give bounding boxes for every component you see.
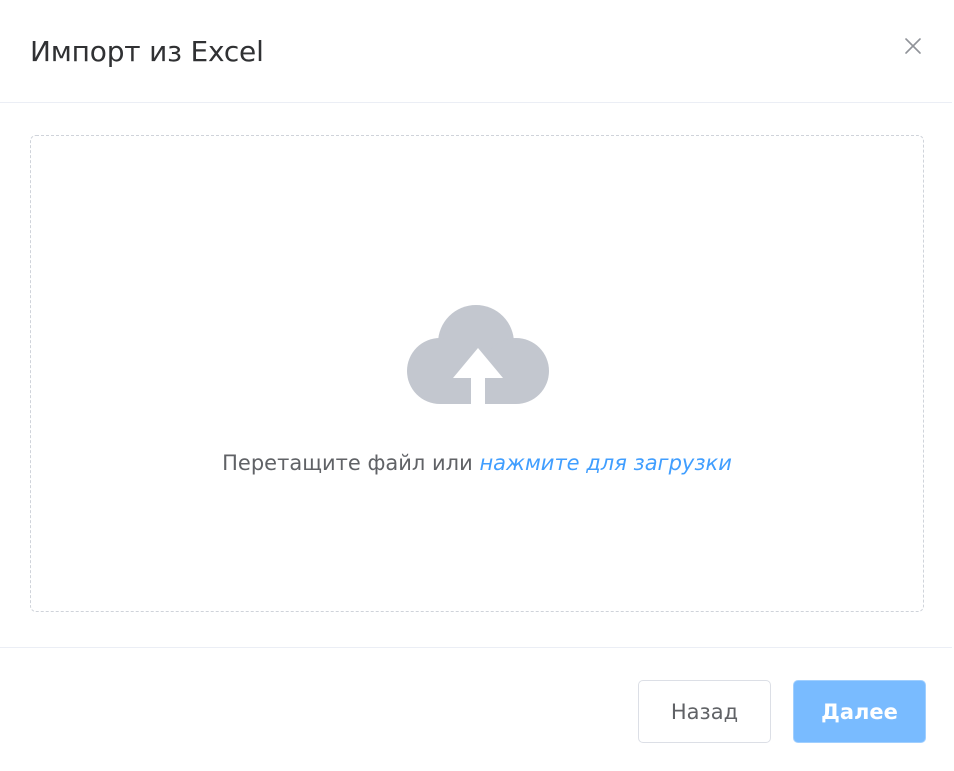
dropzone-text: Перетащите файл или нажмите для загрузки	[31, 449, 923, 477]
next-button[interactable]: Далее	[793, 680, 926, 743]
dialog-footer: Назад Далее	[0, 648, 952, 771]
dialog-body: Перетащите файл или нажмите для загрузки	[0, 103, 952, 648]
close-button[interactable]	[900, 33, 926, 59]
dialog-header: Импорт из Excel	[0, 0, 952, 103]
file-dropzone[interactable]: Перетащите файл или нажмите для загрузки	[30, 135, 924, 612]
upload-link[interactable]: нажмите для загрузки	[479, 451, 731, 475]
dropzone-instruction: Перетащите файл или	[222, 451, 473, 475]
cloud-upload-icon	[407, 305, 549, 407]
close-icon	[905, 38, 921, 54]
dialog-title: Импорт из Excel	[30, 35, 264, 68]
back-button[interactable]: Назад	[638, 680, 771, 743]
import-dialog: Импорт из Excel Перетащите файл или нажм…	[0, 0, 954, 771]
